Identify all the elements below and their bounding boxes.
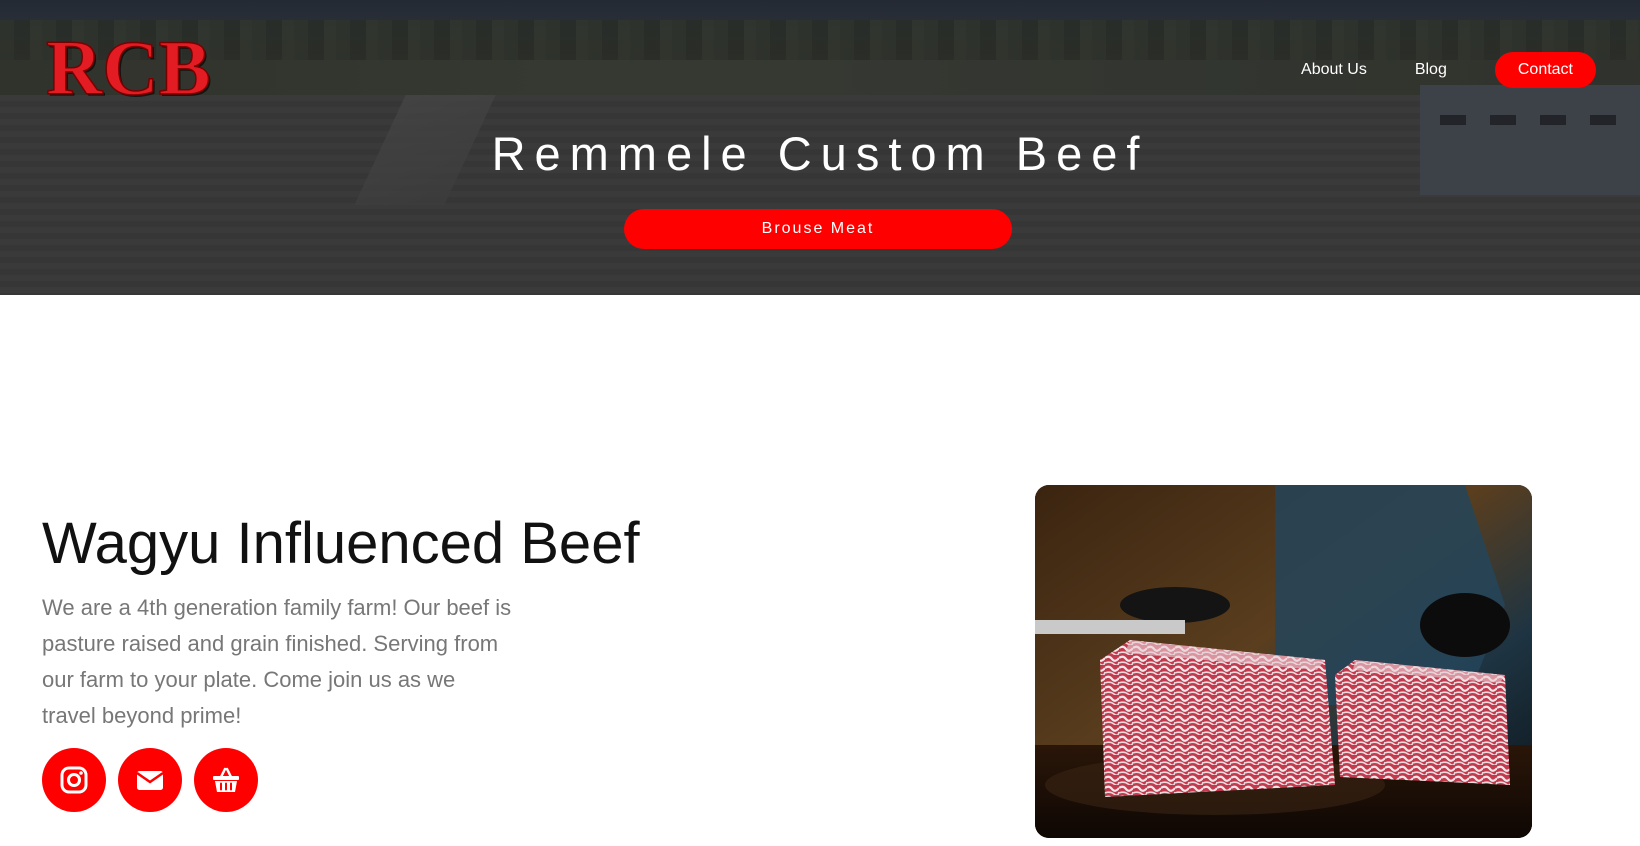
- wagyu-beef-photo: [1035, 485, 1532, 838]
- logo-svg: RCB RCB: [45, 23, 212, 113]
- nav-about-us[interactable]: About Us: [1301, 61, 1367, 79]
- logo-text: RCB: [46, 30, 211, 106]
- section-description: We are a 4th generation family farm! Our…: [42, 595, 512, 728]
- top-nav: About Us Blog Contact: [1301, 52, 1596, 88]
- email-button[interactable]: [118, 748, 182, 812]
- beef-illustration: [1035, 485, 1532, 838]
- section-title: Wagyu Influenced Beef: [42, 511, 640, 576]
- social-links: [42, 748, 270, 812]
- shopping-basket-icon: [213, 767, 239, 792]
- nav-blog[interactable]: Blog: [1415, 61, 1447, 79]
- email-icon: [136, 771, 164, 790]
- rcb-logo[interactable]: RCB RCB: [44, 23, 236, 113]
- instagram-button[interactable]: [42, 748, 106, 812]
- instagram-icon: [60, 766, 88, 794]
- shop-basket-button[interactable]: [194, 748, 258, 812]
- hero-title: Remmele Custom Beef: [491, 127, 1149, 180]
- nav-contact-button[interactable]: Contact: [1494, 52, 1596, 88]
- browse-meat-button[interactable]: Brouse Meat: [624, 209, 1012, 249]
- hero-banner: RCB RCB About Us Blog Contact Remmele Cu…: [0, 0, 1640, 295]
